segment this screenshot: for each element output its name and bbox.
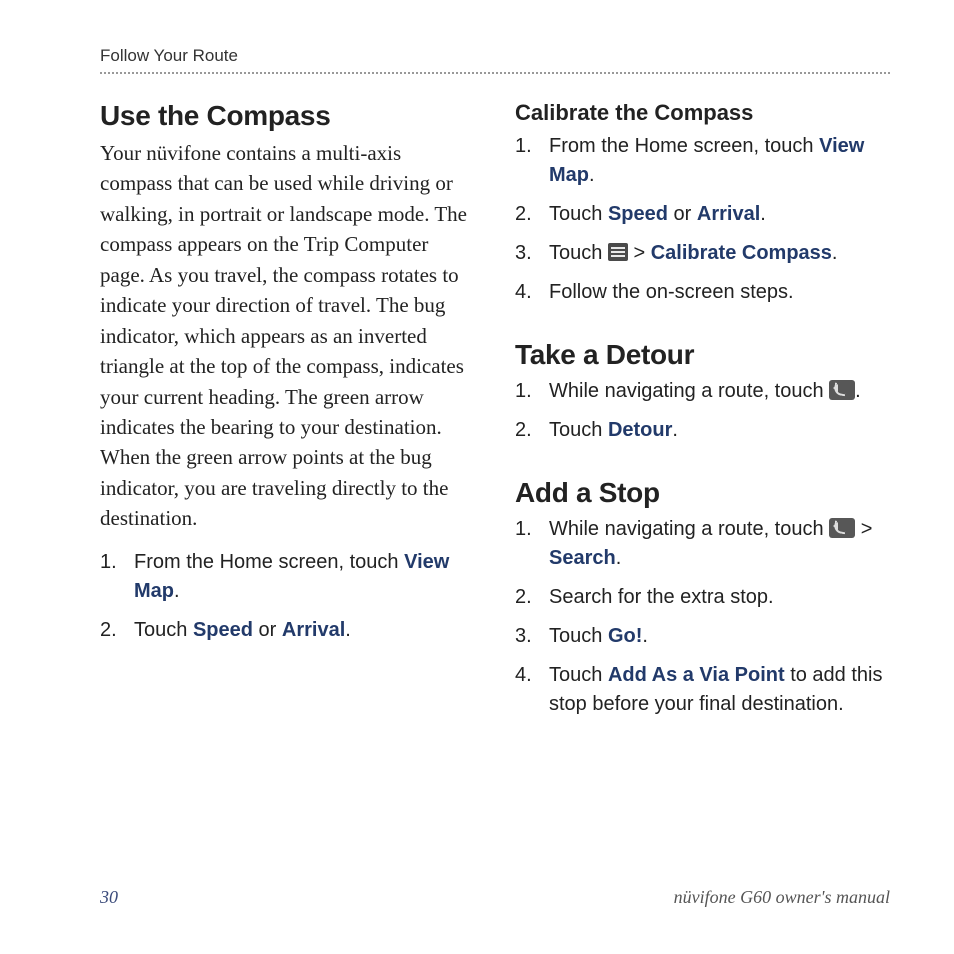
step-text: . [642, 625, 648, 647]
step-item: Search for the extra stop. [515, 583, 890, 612]
manual-title: nüvifone G60 owner's manual [674, 887, 890, 908]
step-text: Search for the extra stop. [549, 586, 774, 608]
ui-label-arrival: Arrival [697, 203, 760, 225]
calibrate-steps: From the Home screen, touch View Map. To… [515, 132, 890, 307]
back-icon [829, 518, 855, 538]
step-text: Touch [549, 242, 608, 264]
step-text: . [589, 164, 595, 186]
ui-label-speed: Speed [193, 619, 253, 641]
ui-label-search: Search [549, 547, 616, 569]
step-text: While navigating a route, touch [549, 518, 829, 540]
running-header: Follow Your Route [100, 46, 890, 66]
step-text: While navigating a route, touch [549, 380, 829, 402]
add-stop-steps: While navigating a route, touch > Search… [515, 515, 890, 719]
step-text: . [174, 580, 180, 602]
header-divider [100, 72, 890, 74]
step-text: Follow the on-screen steps. [549, 281, 794, 303]
step-text: Touch [549, 419, 608, 441]
menu-icon [608, 243, 628, 261]
ui-label-speed: Speed [608, 203, 668, 225]
detour-steps: While navigating a route, touch . Touch … [515, 377, 890, 445]
step-item: Touch Detour. [515, 416, 890, 445]
step-text: Touch [134, 619, 193, 641]
step-item: While navigating a route, touch . [515, 377, 890, 406]
step-text: or [668, 203, 697, 225]
step-item: Follow the on-screen steps. [515, 278, 890, 307]
right-column: Calibrate the Compass From the Home scre… [515, 96, 890, 729]
heading-calibrate-compass: Calibrate the Compass [515, 100, 890, 126]
step-item: From the Home screen, touch View Map. [100, 548, 475, 606]
two-column-layout: Use the Compass Your nüvifone contains a… [100, 96, 890, 729]
step-item: Touch Speed or Arrival. [100, 616, 475, 645]
heading-use-the-compass: Use the Compass [100, 100, 475, 132]
back-icon [829, 380, 855, 400]
step-text: . [616, 547, 622, 569]
step-item: While navigating a route, touch > Search… [515, 515, 890, 573]
page-number: 30 [100, 887, 118, 908]
step-item: Touch Add As a Via Point to add this sto… [515, 661, 890, 719]
step-text: . [832, 242, 838, 264]
step-text: > [628, 242, 651, 264]
ui-label-calibrate-compass: Calibrate Compass [651, 242, 832, 264]
ui-label-go: Go! [608, 625, 642, 647]
step-text: Touch [549, 664, 608, 686]
step-item: Touch Speed or Arrival. [515, 200, 890, 229]
step-text: Touch [549, 203, 608, 225]
heading-take-a-detour: Take a Detour [515, 339, 890, 371]
page-footer: 30 nüvifone G60 owner's manual [100, 887, 890, 908]
step-text: > [855, 518, 872, 540]
step-item: From the Home screen, touch View Map. [515, 132, 890, 190]
step-text: Touch [549, 625, 608, 647]
compass-steps: From the Home screen, touch View Map. To… [100, 548, 475, 645]
ui-label-detour: Detour [608, 419, 672, 441]
left-column: Use the Compass Your nüvifone contains a… [100, 96, 475, 729]
step-text: . [672, 419, 678, 441]
ui-label-add-via-point: Add As a Via Point [608, 664, 785, 686]
step-text: From the Home screen, touch [549, 135, 819, 157]
ui-label-arrival: Arrival [282, 619, 345, 641]
compass-description: Your nüvifone contains a multi-axis comp… [100, 138, 475, 534]
step-text: . [760, 203, 766, 225]
step-text: . [855, 380, 861, 402]
step-text: From the Home screen, touch [134, 551, 404, 573]
step-item: Touch > Calibrate Compass. [515, 239, 890, 268]
heading-add-a-stop: Add a Stop [515, 477, 890, 509]
step-text: . [345, 619, 351, 641]
step-text: or [253, 619, 282, 641]
step-item: Touch Go!. [515, 622, 890, 651]
